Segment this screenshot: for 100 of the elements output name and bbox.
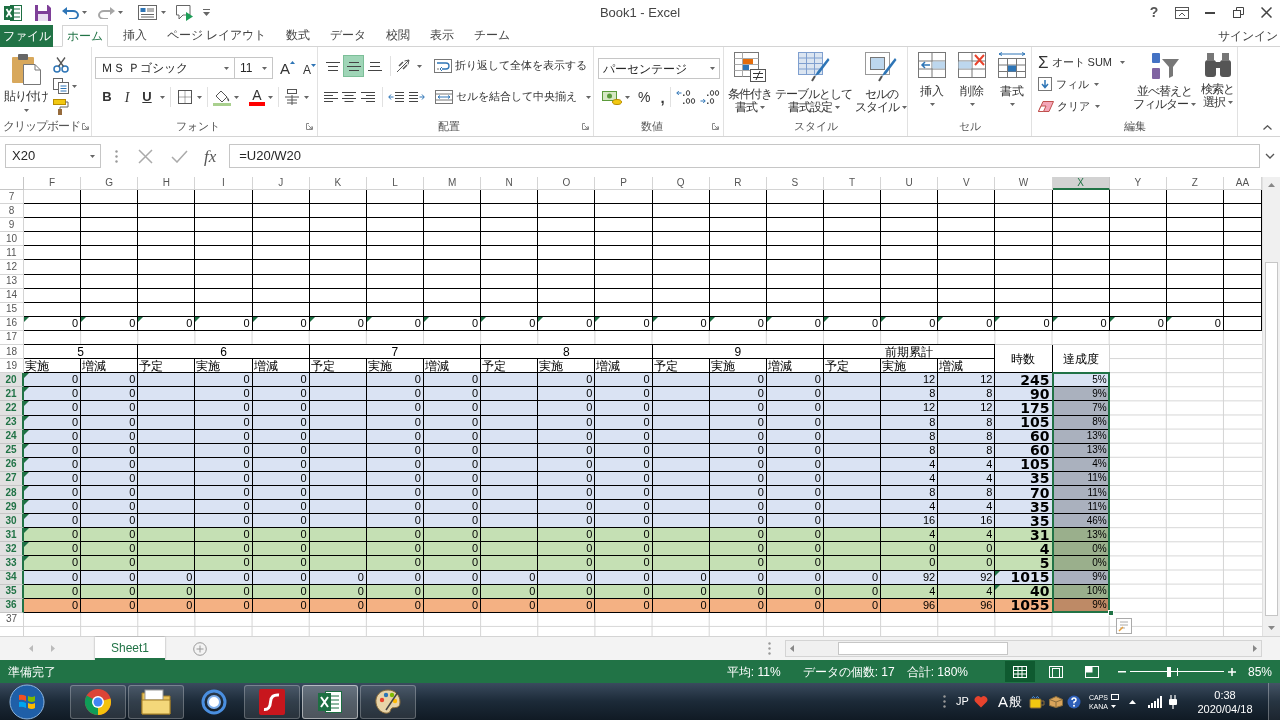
increase-indent-icon[interactable] <box>409 92 425 102</box>
restore-icon[interactable] <box>1232 7 1244 18</box>
sort-filter-button[interactable]: 並べ替えと フィルター <box>1133 52 1196 116</box>
align-right-icon[interactable] <box>360 92 375 102</box>
plug-icon[interactable] <box>1168 694 1178 709</box>
dialog-launcher-icon[interactable] <box>306 122 313 130</box>
zoom-slider-thumb[interactable] <box>1167 666 1172 677</box>
speech-bubble-icon[interactable] <box>176 4 193 21</box>
expand-caret-icon[interactable] <box>1265 153 1275 159</box>
vertical-align-button[interactable] <box>343 55 364 77</box>
row-header[interactable]: 8 <box>0 204 24 219</box>
save-icon[interactable] <box>35 4 51 21</box>
cup-icon[interactable] <box>1028 694 1045 709</box>
cell-styles-button[interactable]: セルの スタイル <box>855 52 907 116</box>
delete-cells-button[interactable]: 削除 <box>957 52 987 116</box>
copy-icon[interactable] <box>53 78 69 94</box>
row-header[interactable]: 9 <box>0 218 24 233</box>
paste-button[interactable]: 貼り付け <box>3 53 49 116</box>
clock-time[interactable]: 0:38 <box>1214 687 1236 702</box>
column-header[interactable]: V <box>938 177 996 190</box>
view-button[interactable] <box>1005 661 1035 682</box>
caret-icon[interactable] <box>1111 704 1116 708</box>
format-cells-button[interactable]: 書式 <box>997 52 1027 116</box>
border-icon[interactable] <box>178 90 192 104</box>
undo-icon[interactable] <box>62 6 79 19</box>
italic-button[interactable]: I <box>117 87 137 107</box>
insert-cells-button[interactable]: 挿入 <box>917 52 947 116</box>
ribbon-tab[interactable]: データ <box>325 24 372 46</box>
conditional-formatting-button[interactable]: 条件付き 書式 <box>728 52 772 116</box>
taskbar-button[interactable] <box>128 684 184 719</box>
customize-caret-icon[interactable] <box>203 9 210 16</box>
ribbon-tab[interactable]: チーム <box>469 24 516 46</box>
wrap-text-button[interactable]: 折り返して全体を表示する <box>432 55 589 77</box>
column-header[interactable]: G <box>81 177 139 190</box>
paint-bucket-icon[interactable] <box>213 88 231 106</box>
grow-font-button[interactable]: A <box>280 60 295 76</box>
scroll-thumb[interactable] <box>838 642 1008 655</box>
taskbar-button[interactable] <box>70 684 126 719</box>
horizontal-scrollbar[interactable] <box>785 640 1262 657</box>
number-format-dropdown[interactable]: パーセンテージ <box>598 58 720 79</box>
spreadsheet-logo-icon[interactable] <box>4 3 22 22</box>
vertical-scrollbar[interactable] <box>1262 177 1280 636</box>
conversion-mode-indicator[interactable]: 般 <box>1008 695 1022 708</box>
merge-center-button[interactable]: セルを結合して中央揃え <box>433 87 593 107</box>
decrease-indent-icon[interactable] <box>388 92 404 102</box>
show-desktop-button[interactable] <box>1268 683 1280 720</box>
find-select-button[interactable]: 検索と 選択 <box>1201 52 1234 116</box>
ribbon-tab[interactable]: 校閲 <box>381 24 416 46</box>
scissors-icon[interactable] <box>53 57 69 73</box>
row-header[interactable]: 22 <box>0 401 24 416</box>
taskbar-button[interactable] <box>360 684 416 719</box>
show-hidden-icon[interactable] <box>1129 699 1136 704</box>
phonetic-guide-icon[interactable] <box>284 89 300 105</box>
zoom-slider[interactable] <box>1130 665 1224 678</box>
signal-bars-icon[interactable] <box>1148 695 1162 708</box>
banknote-coin-icon[interactable] <box>602 89 622 105</box>
shrink-font-button[interactable]: A <box>303 63 317 76</box>
underline-button[interactable]: U <box>137 87 157 107</box>
row-header[interactable]: 31 <box>0 528 24 543</box>
zoom-in-icon[interactable] <box>1228 667 1236 676</box>
dialog-launcher-icon[interactable] <box>712 122 719 130</box>
row-header[interactable]: 32 <box>0 542 24 557</box>
font-color-button[interactable]: A <box>249 88 265 106</box>
column-header[interactable]: H <box>138 177 196 190</box>
percent-style-button[interactable]: % <box>638 90 651 104</box>
decrease-decimal-icon[interactable] <box>699 90 720 104</box>
fill-button[interactable]: フィル <box>1038 74 1125 94</box>
paintbrush-icon[interactable] <box>53 99 69 115</box>
help-button[interactable]: ? <box>1140 0 1168 25</box>
autosum-button[interactable]: Σ オート SUM <box>1038 52 1125 72</box>
ribbon-tab[interactable]: 挿入 <box>118 24 152 46</box>
input-mode-indicator[interactable]: A <box>997 694 1008 709</box>
taskbar-button[interactable] <box>302 684 358 719</box>
increase-decimal-icon[interactable] <box>675 90 696 104</box>
clear-button[interactable]: クリア <box>1038 96 1125 116</box>
font-size-dropdown[interactable]: 11 <box>235 57 273 79</box>
fill-handle[interactable] <box>1107 609 1114 616</box>
box-icon[interactable] <box>1048 695 1063 708</box>
file-tab[interactable]: ファイル <box>0 25 53 47</box>
clock-date[interactable]: 2020/04/18 <box>1197 701 1253 716</box>
insert-function-button[interactable]: fx <box>204 147 217 165</box>
row-header[interactable]: 21 <box>0 387 24 402</box>
sheet-tab[interactable]: Sheet1 <box>95 637 165 660</box>
format-as-table-button[interactable]: テーブルとして 書式設定 <box>775 52 852 116</box>
form-icon[interactable] <box>138 5 157 20</box>
dialog-launcher-icon[interactable] <box>82 122 89 130</box>
scroll-down-icon[interactable] <box>1268 626 1275 630</box>
start-orb-icon[interactable] <box>9 683 45 720</box>
scroll-up-icon[interactable] <box>1268 183 1275 187</box>
align-left-icon[interactable] <box>324 92 339 102</box>
bold-button[interactable]: B <box>97 87 117 107</box>
ribbon-tab[interactable]: 表示 <box>425 24 460 46</box>
zoom-out-icon[interactable] <box>1118 670 1126 673</box>
row-header[interactable]: 10 <box>0 232 24 247</box>
font-name-dropdown[interactable]: ＭＳ Ｐゴシック <box>95 57 235 79</box>
ribbon-tab[interactable]: 数式 <box>281 24 316 46</box>
dialog-launcher-icon[interactable] <box>582 122 589 130</box>
ribbon-tab[interactable]: ページ レイアウト <box>162 24 272 46</box>
minimize-icon[interactable] <box>1205 11 1215 14</box>
scroll-right-icon[interactable] <box>1253 645 1257 652</box>
